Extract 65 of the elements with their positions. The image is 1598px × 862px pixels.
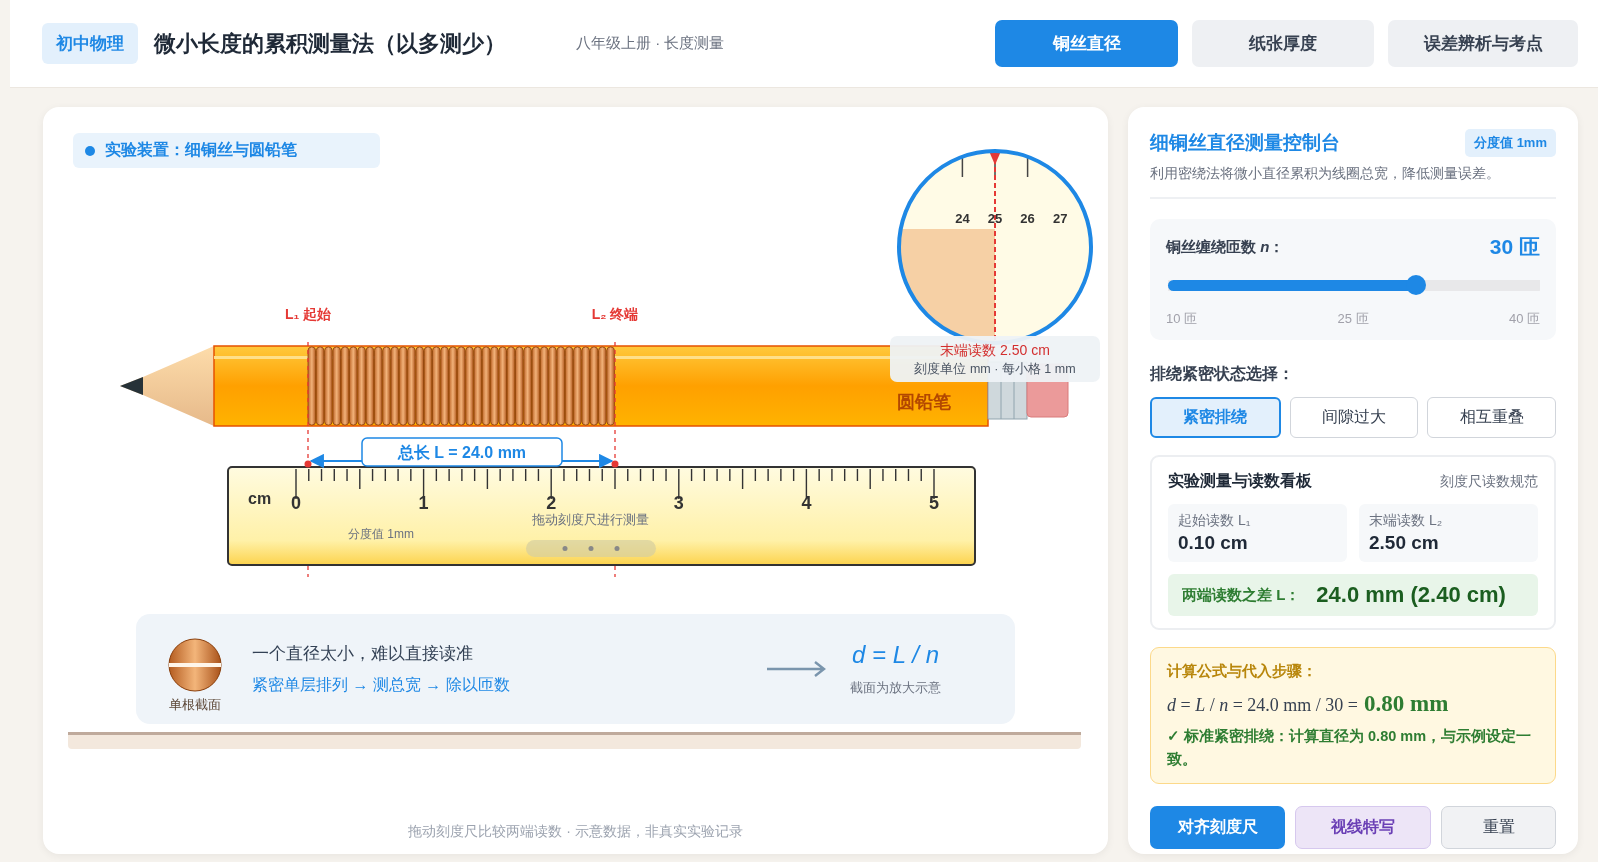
board-title: 实验测量与读数看板 bbox=[1168, 471, 1312, 491]
scale-number: 2 bbox=[546, 493, 557, 513]
explanation-text: 一个直径太小，难以直接读准 bbox=[252, 643, 474, 665]
slider-tick-label: 10 匝 bbox=[1166, 310, 1198, 328]
arrangement-option[interactable]: 间隙过大 bbox=[1289, 397, 1419, 438]
device-label: 实验装置：细铜丝与圆铅笔 bbox=[105, 140, 297, 160]
scale-number: 0 bbox=[291, 493, 301, 513]
unit-label: cm bbox=[248, 490, 272, 507]
drag-handle[interactable] bbox=[526, 540, 656, 557]
scale-badge: 分度值 1mm bbox=[1465, 129, 1556, 157]
reading-label: 起始读数 L₁ bbox=[1178, 512, 1252, 530]
pencil-label: 圆铅笔 bbox=[897, 392, 951, 412]
magnifier-number: 26 bbox=[1020, 211, 1035, 226]
drag-hint: 拖动刻度尺进行测量 bbox=[531, 512, 649, 527]
tab[interactable]: 误差辨析与考点 bbox=[1388, 20, 1578, 67]
page-title: 微小长度的累积测量法（以多测少） bbox=[154, 29, 506, 58]
magnifier-number: 27 bbox=[1052, 211, 1068, 226]
bullet-icon bbox=[85, 145, 95, 156]
scale-unit-note: 刻度单位 mm · 每小格 1 mm bbox=[914, 362, 1076, 376]
start-marker-label: L₁ 起始 bbox=[284, 306, 332, 322]
arrangement-label: 排绕紧密状态选择： bbox=[1150, 364, 1295, 384]
reading-value: 0.10 cm bbox=[1178, 532, 1249, 554]
scale-number: 5 bbox=[929, 493, 939, 513]
magnifier-number: 25 bbox=[987, 211, 1003, 226]
scale-number: 3 bbox=[673, 493, 684, 513]
ruler[interactable] bbox=[227, 466, 976, 566]
slider-tick-label: 40 匝 bbox=[1508, 310, 1540, 328]
panel-description: 利用密绕法将微小直径累积为线圈总宽，降低测量误差。 bbox=[1150, 165, 1556, 199]
end-marker-label: L₂ 终端 bbox=[591, 306, 639, 322]
tab[interactable]: 纸张厚度 bbox=[1192, 20, 1374, 67]
subject-badge: 初中物理 bbox=[42, 23, 138, 64]
arrow-icon bbox=[766, 661, 826, 677]
turns-label: 铜丝缠绕匝数 n： bbox=[1166, 237, 1285, 257]
scale-number: 4 bbox=[801, 493, 812, 513]
icon-caption: 单根截面 bbox=[169, 696, 221, 714]
scale-note: 分度值 1mm bbox=[348, 527, 414, 541]
difference-value: 24.0 mm (2.40 cm) bbox=[1316, 582, 1506, 608]
check-message: ✓ 标准紧密排绕：计算直径为 0.80 mm，与示例设定一致。 bbox=[1167, 727, 1533, 770]
page-subtitle: 八年级上册 · 长度测量 bbox=[576, 34, 725, 53]
formula-note: 截面为放大示意 bbox=[850, 679, 941, 697]
end-reading: 末端读数 2.50 cm bbox=[940, 342, 1050, 358]
board-hint: 刻度尺读数规范 bbox=[1440, 472, 1538, 491]
start-point bbox=[304, 460, 312, 468]
magnifier-number: 24 bbox=[955, 211, 970, 226]
formula: d = L / n bbox=[852, 641, 939, 669]
total-length: 总长 L = 24.0 mm bbox=[397, 444, 527, 461]
reading-label: 末端读数 L₂ bbox=[1369, 512, 1444, 530]
turns-value: 30 匝 bbox=[1489, 234, 1540, 260]
end-point bbox=[611, 460, 619, 468]
panel-title: 细铜丝直径测量控制台 bbox=[1150, 131, 1340, 155]
difference-label: 两端读数之差 L： bbox=[1182, 585, 1301, 605]
slider-thumb[interactable] bbox=[1406, 275, 1427, 295]
result-value: 0.80 mm bbox=[1364, 691, 1449, 717]
reading-value: 2.50 cm bbox=[1369, 532, 1440, 554]
calculation-title: 计算公式与代入步骤： bbox=[1167, 662, 1318, 681]
footer-note: 拖动刻度尺比较两端读数 · 示意数据，非真实实验记录 bbox=[407, 823, 744, 841]
slider-tick-label: 25 匝 bbox=[1337, 310, 1369, 328]
action-button[interactable]: 对齐刻度尺 bbox=[1150, 806, 1285, 850]
tab[interactable]: 铜丝直径 bbox=[995, 20, 1178, 67]
formula-text: d = L / n = 24.0 mm / 30 = bbox=[1167, 695, 1358, 716]
action-button[interactable]: 重置 bbox=[1441, 806, 1556, 850]
wire-cross-section-icon bbox=[168, 638, 222, 692]
method-steps: 紧密单层排列 → 测总宽 → 除以匝数 bbox=[252, 675, 766, 696]
action-button[interactable]: 视线特写 bbox=[1295, 806, 1431, 850]
arrangement-option[interactable]: 相互重叠 bbox=[1427, 397, 1556, 438]
